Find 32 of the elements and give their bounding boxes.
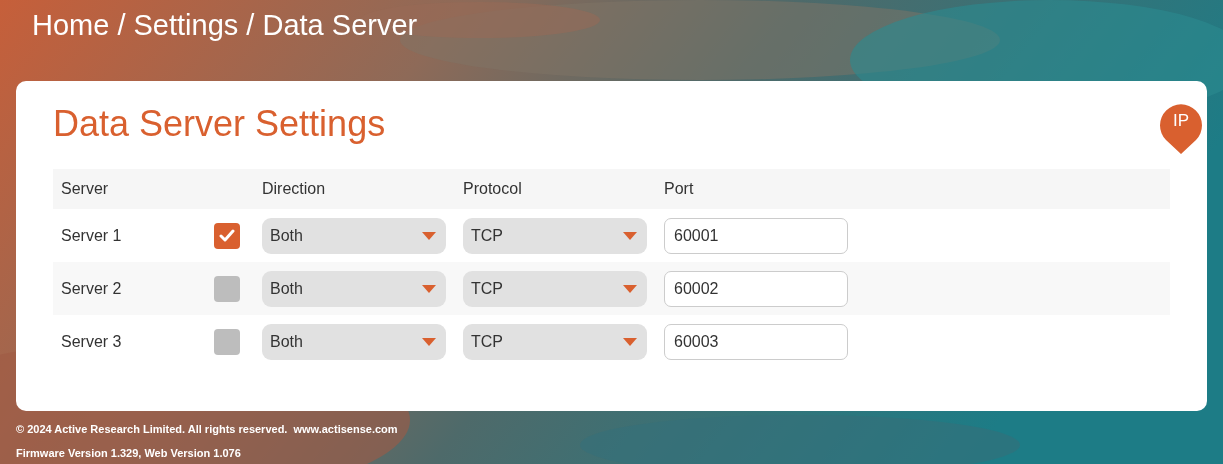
caret-icon — [623, 231, 637, 240]
check-icon — [219, 228, 235, 243]
caret-icon — [422, 231, 436, 240]
card-title: Data Server Settings — [53, 103, 386, 145]
version-text: Firmware Version 1.329, Web Version 1.076 — [16, 447, 242, 459]
enable-checkbox[interactable] — [214, 328, 240, 355]
protocol-select[interactable]: TCP — [463, 217, 647, 254]
enable-checkbox[interactable] — [214, 222, 240, 249]
breadcrumb: Home / Settings / Data Server — [31, 8, 419, 43]
server-name: Server 2 — [61, 279, 123, 298]
caret-icon — [623, 337, 637, 346]
port-field[interactable]: 60003 — [664, 323, 848, 360]
caret-icon — [422, 337, 436, 346]
enable-checkbox[interactable] — [214, 275, 240, 302]
direction-select[interactable]: Both — [262, 323, 446, 360]
port-field[interactable]: 60001 — [664, 217, 848, 254]
column-header: Server — [61, 180, 110, 198]
direction-select[interactable]: Both — [262, 217, 446, 254]
copyright-text: © 2024 Active Research Limited. All rights reserved. — [16, 423, 288, 435]
website-link[interactable]: www.actisense.com — [293, 423, 398, 435]
server-name: Server 1 — [61, 226, 123, 245]
column-header: Protocol — [463, 180, 523, 198]
protocol-select[interactable]: TCP — [463, 323, 647, 360]
ip-pin-badge: IP — [1158, 102, 1204, 154]
caret-icon — [422, 284, 436, 293]
caret-icon — [623, 284, 637, 293]
direction-select[interactable]: Both — [262, 270, 446, 307]
protocol-select[interactable]: TCP — [463, 270, 647, 307]
port-field[interactable]: 60002 — [664, 270, 848, 307]
server-name: Server 3 — [61, 332, 123, 351]
column-header: Direction — [262, 180, 327, 198]
column-header: Port — [664, 180, 695, 198]
